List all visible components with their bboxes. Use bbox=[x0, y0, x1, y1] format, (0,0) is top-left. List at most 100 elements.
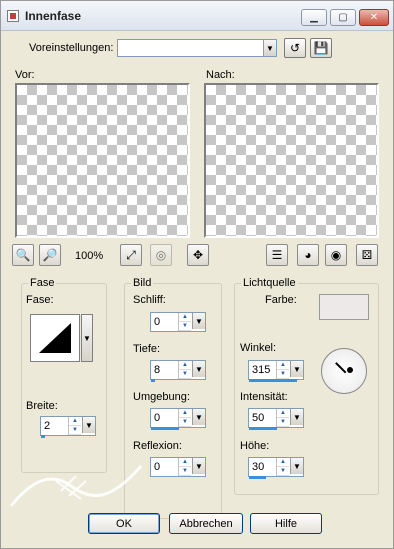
tiefe-label: Tiefe: bbox=[133, 343, 161, 355]
signature-graphic bbox=[9, 465, 143, 507]
angle-dial[interactable] bbox=[321, 348, 367, 394]
spin-arrows[interactable]: ▲ ▼ bbox=[178, 361, 191, 379]
intensitaet-label: Intensität: bbox=[240, 391, 288, 403]
breite-label: Breite: bbox=[26, 400, 58, 412]
spin-arrows[interactable]: ▲ ▼ bbox=[178, 313, 191, 331]
eye-light-button[interactable]: ◕ bbox=[297, 244, 319, 266]
umgebung-label: Umgebung: bbox=[133, 391, 190, 403]
window-title: Innenfase bbox=[25, 9, 82, 23]
hoehe-label: Höhe: bbox=[240, 440, 270, 452]
chevron-down-icon[interactable]: ▼ bbox=[81, 314, 93, 362]
bevel-shape-icon bbox=[39, 323, 71, 353]
dice-icon: ⚄ bbox=[361, 248, 373, 262]
chevron-down-icon[interactable]: ▼ bbox=[290, 458, 303, 474]
reflexion-value: 0 bbox=[154, 461, 161, 473]
before-label: Vor: bbox=[15, 69, 35, 81]
spin-arrows[interactable]: ▲ ▼ bbox=[68, 417, 81, 435]
chevron-down-icon[interactable]: ▼ bbox=[192, 409, 205, 425]
panel-icon: ☰ bbox=[271, 248, 283, 262]
chevron-down-icon[interactable]: ▼ bbox=[290, 361, 303, 377]
presets-label: Voreinstellungen: bbox=[29, 42, 114, 54]
dialog-window: Innenfase ▁ ▢ ✕ Voreinstellungen: ▼ ↺ 💾 … bbox=[0, 0, 394, 549]
winkel-value: 315 bbox=[252, 364, 271, 376]
spin-arrows[interactable]: ▲ ▼ bbox=[276, 458, 289, 476]
chevron-down-icon[interactable]: ▼ bbox=[192, 313, 205, 329]
signature-watermark bbox=[1, 451, 151, 521]
zoom-out-button[interactable]: 🔍 bbox=[12, 244, 34, 266]
dialog-body: Voreinstellungen: ▼ ↺ 💾 Vor: Nach: 🔍 🔎 1… bbox=[1, 31, 393, 548]
ok-button[interactable]: OK bbox=[88, 513, 160, 534]
before-preview[interactable] bbox=[15, 83, 190, 238]
breite-value: 2 bbox=[44, 420, 51, 432]
maximize-icon: ▢ bbox=[338, 12, 348, 23]
minimize-icon: ▁ bbox=[310, 12, 318, 23]
fase-label: Fase: bbox=[26, 294, 54, 306]
close-button[interactable]: ✕ bbox=[359, 9, 389, 26]
fit-window-button[interactable]: ⤢ bbox=[120, 244, 142, 266]
breite-spinner[interactable]: 2 ▲ ▼ ▼ bbox=[40, 416, 96, 438]
chevron-down-icon[interactable]: ▼ bbox=[82, 417, 95, 433]
eye-icon: ◉ bbox=[330, 248, 342, 262]
reflexion-spinner[interactable]: 0 ▲ ▼ ▼ bbox=[150, 457, 206, 477]
spin-arrows[interactable]: ▲ ▼ bbox=[276, 361, 289, 379]
hoehe-bar bbox=[249, 476, 266, 479]
schliff-label: Schliff: bbox=[133, 294, 166, 306]
zoom-in-icon: 🔎 bbox=[42, 248, 58, 262]
reset-preset-button[interactable]: ↺ bbox=[284, 38, 306, 58]
intensitaet-spinner[interactable]: 50 ▲ ▼ ▼ bbox=[248, 408, 304, 430]
fase-group: Fase Fase: ▼ Breite: 2 ▲ ▼ ▼ bbox=[21, 277, 107, 473]
move-button[interactable]: ✥ bbox=[187, 244, 209, 266]
light-group: Lichtquelle Farbe: Winkel: 315 ▲ ▼ ▼ Inte… bbox=[234, 277, 379, 495]
spin-arrows[interactable]: ▲ ▼ bbox=[178, 409, 191, 427]
winkel-bar bbox=[249, 379, 297, 382]
save-preset-button[interactable]: 💾 bbox=[310, 38, 332, 58]
after-label: Nach: bbox=[206, 69, 235, 81]
spin-arrows[interactable]: ▲ ▼ bbox=[276, 409, 289, 427]
eye-button[interactable]: ◉ bbox=[325, 244, 347, 266]
randomize-button[interactable]: ⚄ bbox=[356, 244, 378, 266]
zoom-in-button[interactable]: 🔎 bbox=[39, 244, 61, 266]
hoehe-spinner[interactable]: 30 ▲ ▼ ▼ bbox=[248, 457, 304, 479]
intensitaet-bar bbox=[249, 427, 277, 430]
presets-dropdown[interactable]: ▼ bbox=[117, 39, 277, 57]
fase-group-title: Fase bbox=[28, 277, 57, 289]
breite-bar bbox=[41, 435, 45, 438]
panel-toggle-button[interactable]: ☰ bbox=[266, 244, 288, 266]
reset-icon: ↺ bbox=[289, 41, 301, 55]
maximize-button[interactable]: ▢ bbox=[330, 9, 356, 26]
dial-needle bbox=[335, 362, 347, 374]
chevron-down-icon[interactable]: ▼ bbox=[192, 361, 205, 377]
schliff-spinner[interactable]: 0 ▲ ▼ ▼ bbox=[150, 312, 206, 332]
after-preview bbox=[204, 83, 379, 238]
schliff-value: 0 bbox=[154, 316, 161, 328]
zoom-actual-icon: ◎ bbox=[155, 248, 167, 262]
dial-tip bbox=[347, 367, 353, 373]
hoehe-value: 30 bbox=[252, 461, 265, 473]
app-icon bbox=[7, 10, 19, 22]
help-button[interactable]: Hilfe bbox=[250, 513, 322, 534]
umgebung-bar bbox=[151, 427, 179, 430]
close-icon: ✕ bbox=[369, 12, 379, 23]
save-icon: 💾 bbox=[313, 41, 329, 55]
tiefe-spinner[interactable]: 8 ▲ ▼ ▼ bbox=[150, 360, 206, 382]
fit-window-icon: ⤢ bbox=[126, 247, 136, 262]
winkel-spinner[interactable]: 315 ▲ ▼ ▼ bbox=[248, 360, 304, 382]
cancel-button[interactable]: Abbrechen bbox=[169, 513, 243, 534]
zoom-actual-button[interactable]: ◎ bbox=[150, 244, 172, 266]
farbe-label: Farbe: bbox=[265, 294, 297, 306]
umgebung-spinner[interactable]: 0 ▲ ▼ ▼ bbox=[150, 408, 206, 430]
light-color-swatch[interactable] bbox=[319, 294, 369, 320]
zoom-out-icon: 🔍 bbox=[15, 248, 31, 262]
bild-group-title: Bild bbox=[131, 277, 154, 289]
spin-arrows[interactable]: ▲ ▼ bbox=[178, 458, 191, 476]
tiefe-bar bbox=[151, 379, 155, 382]
light-group-title: Lichtquelle bbox=[241, 277, 298, 289]
chevron-down-icon[interactable]: ▼ bbox=[290, 409, 303, 425]
fase-shape-picker[interactable] bbox=[30, 314, 80, 362]
intensitaet-value: 50 bbox=[252, 412, 265, 424]
move-icon: ✥ bbox=[192, 248, 204, 262]
eye-light-icon: ◕ bbox=[304, 248, 312, 262]
minimize-button[interactable]: ▁ bbox=[301, 9, 327, 26]
chevron-down-icon[interactable]: ▼ bbox=[192, 458, 205, 474]
chevron-down-icon[interactable]: ▼ bbox=[263, 40, 276, 56]
